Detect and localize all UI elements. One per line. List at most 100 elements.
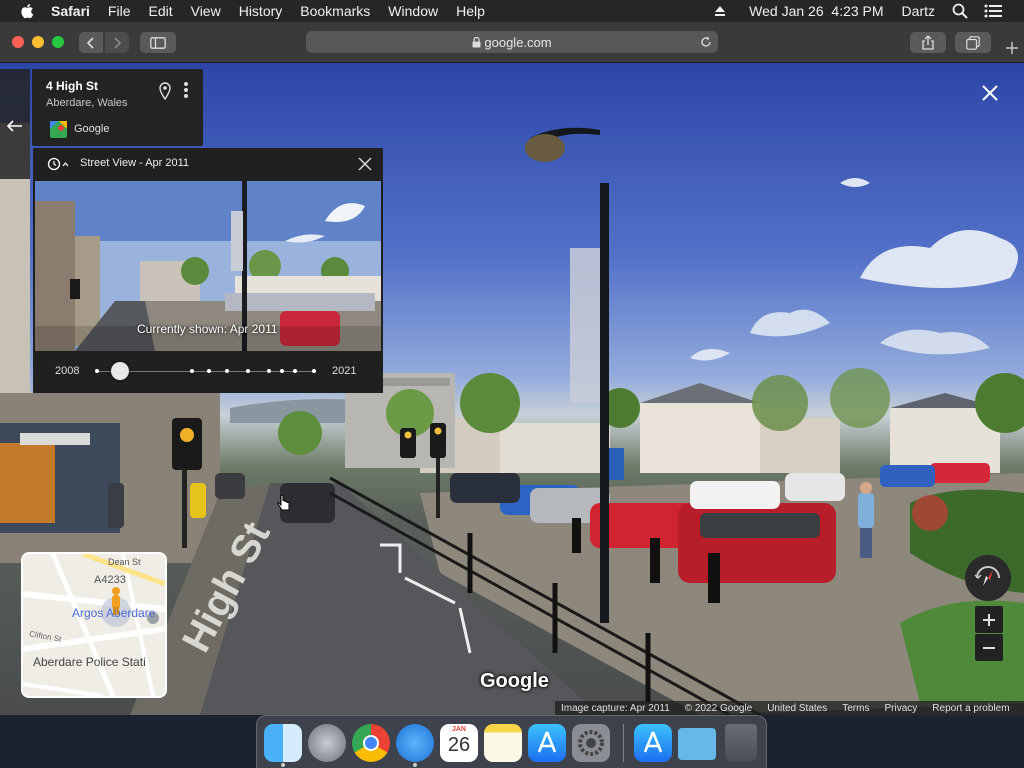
place-info-card: 4 High St Aberdare, Wales Google [32, 69, 203, 146]
time-panel-title: Street View - Apr 2011 [80, 157, 190, 169]
zoom-out-button[interactable] [975, 634, 1003, 661]
dock: JAN 26 [256, 715, 767, 768]
menu-help[interactable]: Help [447, 3, 494, 19]
place-subtitle: Aberdare, Wales [46, 97, 128, 109]
dock-separator [623, 724, 624, 762]
google-watermark: Google [480, 670, 549, 692]
compass-control[interactable] [965, 555, 1011, 601]
copyright-text: © 2022 Google [684, 702, 753, 714]
hand-cursor-icon [277, 495, 290, 511]
system-preferences-icon[interactable] [572, 724, 610, 762]
apple-icon[interactable] [20, 3, 34, 19]
zoom-in-button[interactable] [975, 606, 1003, 633]
close-street-view-icon[interactable] [982, 85, 998, 101]
tabs-icon [966, 35, 980, 50]
downloads-folder-icon[interactable] [678, 728, 716, 760]
sidebar-icon [150, 36, 166, 49]
report-problem-link[interactable]: Report a problem [932, 703, 1009, 714]
arrow-left-icon[interactable] [7, 120, 23, 132]
tabs-overview-button[interactable] [955, 32, 991, 53]
running-indicator [413, 763, 417, 767]
app-store-icon[interactable] [528, 724, 566, 762]
address-bar[interactable]: google.com [306, 31, 718, 53]
timeline-tick[interactable] [190, 369, 194, 373]
minimap[interactable]: Dean St A4233 Argos Aberdare Clifton St … [21, 552, 167, 698]
menu-file[interactable]: File [99, 3, 140, 19]
sidebar-toggle-button[interactable] [140, 32, 176, 53]
calendar-icon[interactable]: JAN 26 [440, 724, 478, 762]
launchpad-icon[interactable] [308, 724, 346, 762]
calendar-day: 26 [447, 734, 471, 756]
timeline-slider-handle[interactable] [110, 362, 129, 380]
timeline-tick[interactable] [267, 369, 271, 373]
window-zoom-button[interactable] [52, 36, 64, 48]
terms-link[interactable]: Terms [842, 703, 869, 714]
street-view-time-panel: Street View - Apr 2011 Currently shown: … [33, 148, 383, 393]
place-title: 4 High St [46, 79, 99, 93]
menu-bookmarks[interactable]: Bookmarks [291, 3, 379, 19]
eject-icon[interactable] [714, 5, 726, 17]
chevron-right-icon [114, 36, 122, 49]
share-icon [922, 35, 934, 50]
new-tab-plus-icon[interactable] [1005, 41, 1019, 55]
reload-icon[interactable] [700, 36, 712, 48]
chrome-icon[interactable] [352, 724, 390, 762]
privacy-link[interactable]: Privacy [884, 703, 917, 714]
source-label[interactable]: Google [74, 123, 109, 135]
timeline-tick[interactable] [293, 369, 297, 373]
url-text: google.com [484, 34, 552, 50]
running-indicator [281, 763, 285, 767]
menu-app-name[interactable]: Safari [42, 3, 99, 19]
back-panel[interactable] [0, 69, 30, 179]
timeline-tick[interactable] [207, 369, 211, 373]
window-close-button[interactable] [12, 36, 24, 48]
window-minimize-button[interactable] [32, 36, 44, 48]
share-button[interactable] [910, 32, 946, 53]
menubar: Safari File Edit View History Bookmarks … [0, 0, 1024, 22]
spotlight-search-icon[interactable] [952, 3, 968, 19]
menubar-user[interactable]: Dartz [893, 3, 944, 19]
app-store-a-icon [537, 731, 557, 753]
google-maps-logo-icon [50, 121, 67, 138]
menu-history[interactable]: History [230, 3, 292, 19]
notes-icon[interactable] [484, 724, 522, 762]
lock-icon [472, 36, 481, 47]
timeline-start-year: 2008 [55, 365, 80, 377]
pegman-icon[interactable] [109, 587, 123, 617]
calendar-month: JAN [451, 726, 466, 733]
safari-icon[interactable] [396, 724, 434, 762]
finder-icon[interactable] [264, 724, 302, 762]
map-pin-icon[interactable] [159, 82, 171, 100]
country-link[interactable]: United States [767, 703, 827, 714]
menu-edit[interactable]: Edit [139, 3, 181, 19]
more-options-icon[interactable] [183, 81, 189, 99]
compass-icon [974, 566, 1000, 586]
currently-shown-caption: Currently shown: Apr 2011 [137, 322, 278, 336]
timeline-end-year: 2021 [332, 365, 357, 377]
chrome-center [363, 735, 379, 751]
image-capture-date: Image capture: Apr 2011 [561, 702, 670, 714]
app-store-a-icon [643, 731, 663, 753]
close-icon[interactable] [358, 157, 372, 171]
history-clock-icon[interactable] [47, 157, 69, 171]
timeline-tick[interactable] [246, 369, 250, 373]
timeline-tick[interactable] [280, 369, 284, 373]
gear-icon [578, 730, 604, 756]
menu-window[interactable]: Window [379, 3, 447, 19]
back-button[interactable] [79, 32, 103, 53]
timeline-slider[interactable] [95, 362, 316, 380]
menu-view[interactable]: View [182, 3, 230, 19]
historical-imagery-thumbnail[interactable]: Currently shown: Apr 2011 [35, 181, 381, 351]
timeline-tick[interactable] [95, 369, 99, 373]
plus-icon [983, 613, 995, 626]
app-store-folder-icon[interactable] [634, 724, 672, 762]
menubar-clock[interactable]: Wed Jan 26 4:23 PM [740, 3, 892, 19]
trash-icon[interactable] [725, 724, 757, 762]
timeline-tick[interactable] [225, 369, 229, 373]
forward-button[interactable] [105, 32, 129, 53]
map-footer: Image capture: Apr 2011 © 2022 Google Un… [555, 701, 1024, 715]
timeline-tick[interactable] [312, 369, 316, 373]
minus-icon [983, 646, 995, 649]
control-center-list-icon[interactable] [984, 4, 1002, 18]
chevron-left-icon [86, 36, 94, 49]
